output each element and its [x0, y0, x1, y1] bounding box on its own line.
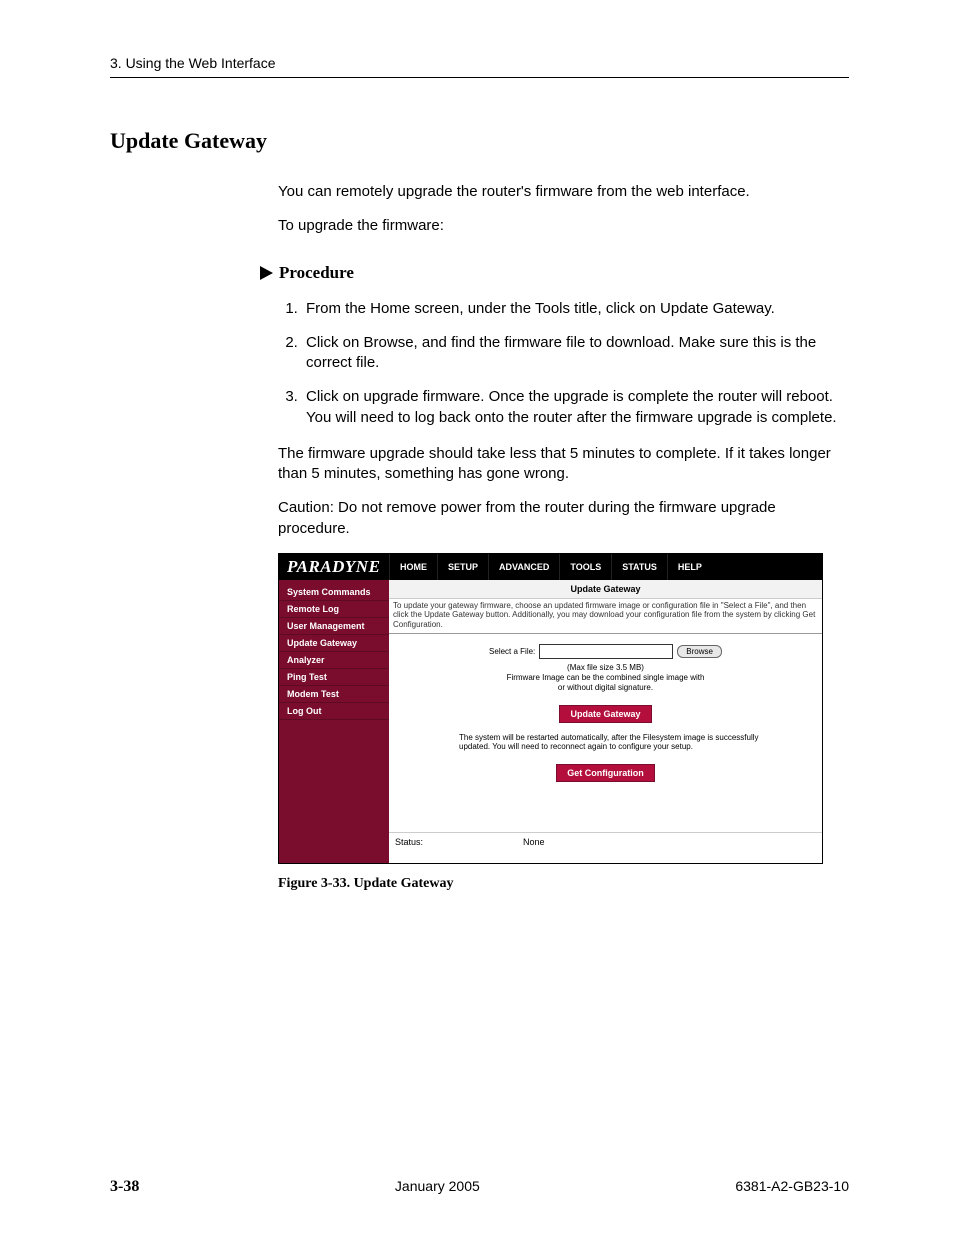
sidebar-item-remote-log[interactable]: Remote Log [279, 601, 389, 618]
status-label: Status: [395, 837, 423, 847]
image-format-hint: Firmware Image can be the combined singl… [506, 673, 706, 693]
sidebar-item-user-management[interactable]: User Management [279, 618, 389, 635]
router-ui-screenshot: PARADYNE HOME SETUP ADVANCED TOOLS STATU… [278, 553, 823, 864]
browse-button[interactable]: Browse [677, 645, 722, 658]
caution-paragraph: Caution: Do not remove power from the ro… [278, 498, 849, 539]
sidebar: System Commands Remote Log User Manageme… [279, 580, 389, 863]
top-nav: HOME SETUP ADVANCED TOOLS STATUS HELP [389, 554, 712, 580]
tab-home[interactable]: HOME [389, 554, 437, 580]
tab-help[interactable]: HELP [667, 554, 712, 580]
sidebar-item-modem-test[interactable]: Modem Test [279, 686, 389, 703]
procedure-header: Procedure [260, 263, 849, 283]
restart-note: The system will be restarted automatical… [399, 729, 812, 752]
step-3: Click on upgrade firmware. Once the upgr… [302, 387, 849, 428]
procedure-steps: From the Home screen, under the Tools ti… [278, 299, 849, 428]
panel-description: To update your gateway firmware, choose … [389, 599, 822, 634]
intro-paragraph-1: You can remotely upgrade the router's fi… [278, 182, 849, 202]
intro-paragraph-2: To upgrade the firmware: [278, 216, 849, 236]
footer-docid: 6381-A2-GB23-10 [735, 1178, 849, 1194]
step-1: From the Home screen, under the Tools ti… [302, 299, 849, 319]
procedure-label: Procedure [279, 263, 354, 283]
get-configuration-button[interactable]: Get Configuration [556, 764, 655, 782]
sidebar-item-log-out[interactable]: Log Out [279, 703, 389, 720]
select-file-label: Select a File: [489, 647, 535, 656]
sidebar-item-update-gateway[interactable]: Update Gateway [279, 635, 389, 652]
footer-date: January 2005 [395, 1178, 480, 1194]
page-footer: 3-38 January 2005 6381-A2-GB23-10 [110, 1178, 849, 1196]
triangle-icon [260, 266, 273, 280]
step-2: Click on Browse, and find the firmware f… [302, 333, 849, 374]
brand-logo: PARADYNE [279, 554, 389, 580]
sidebar-item-ping-test[interactable]: Ping Test [279, 669, 389, 686]
post-paragraph-1: The firmware upgrade should take less th… [278, 444, 849, 485]
figure-caption: Figure 3-33. Update Gateway [278, 876, 823, 892]
page-number: 3-38 [110, 1178, 139, 1196]
status-value: None [523, 837, 545, 847]
status-row: Status: None [389, 832, 822, 863]
panel-title: Update Gateway [389, 580, 822, 599]
file-input[interactable] [539, 644, 673, 659]
tab-status[interactable]: STATUS [611, 554, 667, 580]
max-size-hint: (Max file size 3.5 MB) [399, 663, 812, 673]
tab-advanced[interactable]: ADVANCED [488, 554, 559, 580]
tab-setup[interactable]: SETUP [437, 554, 488, 580]
section-title: Update Gateway [110, 128, 849, 154]
running-header: 3. Using the Web Interface [110, 55, 849, 71]
sidebar-item-analyzer[interactable]: Analyzer [279, 652, 389, 669]
header-rule [110, 77, 849, 78]
update-gateway-button[interactable]: Update Gateway [559, 705, 651, 723]
tab-tools[interactable]: TOOLS [559, 554, 611, 580]
sidebar-item-system-commands[interactable]: System Commands [279, 584, 389, 601]
